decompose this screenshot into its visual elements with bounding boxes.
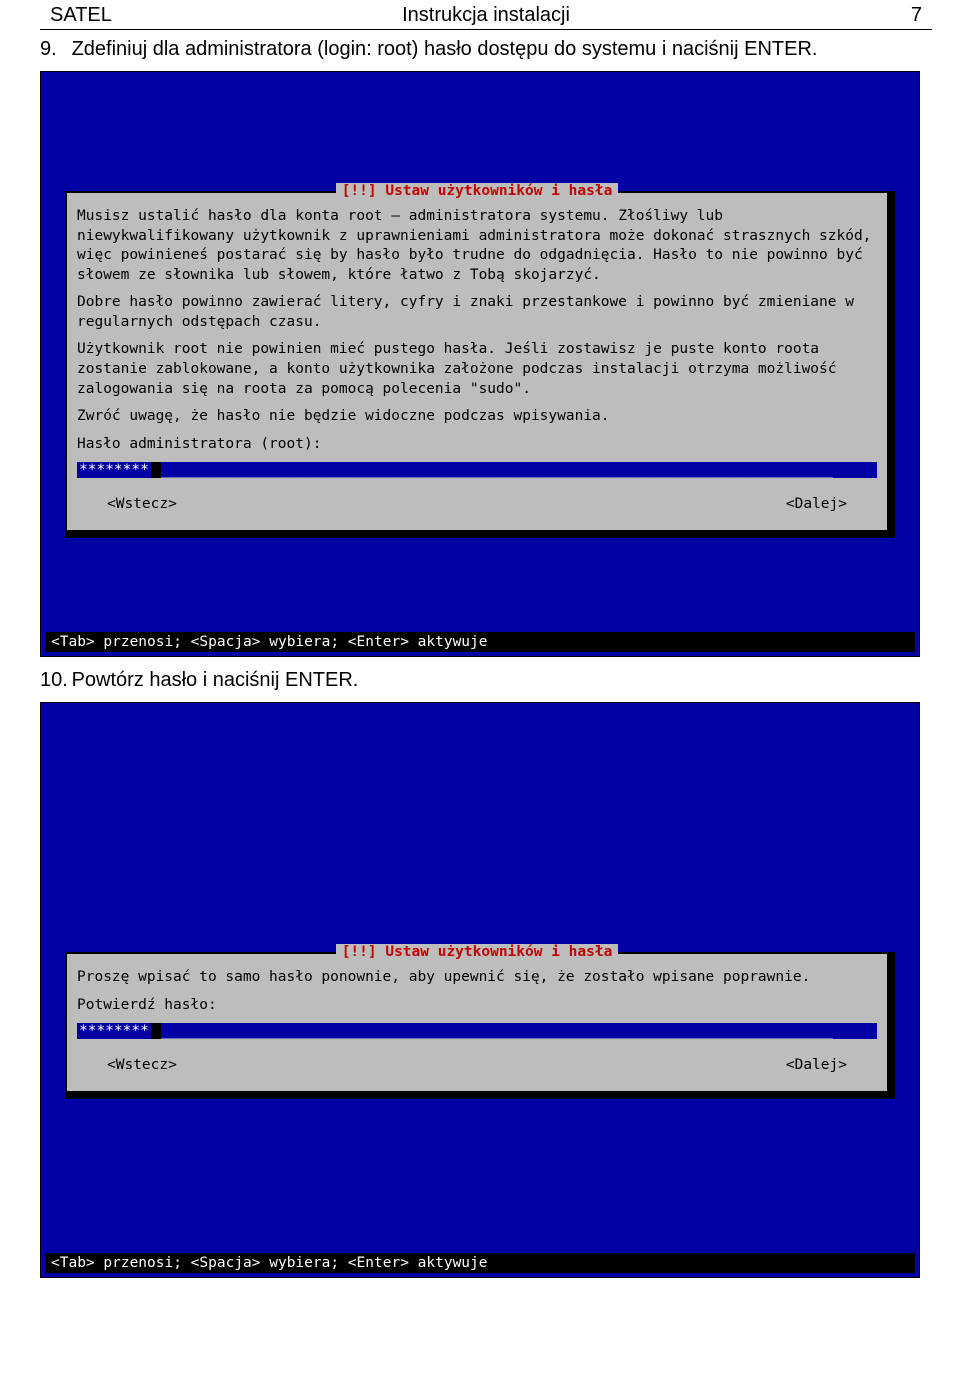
text-cursor	[151, 462, 161, 478]
step-9: 9. Zdefiniuj dla administratora (login: …	[40, 36, 920, 63]
dialog-text-2: Dobre hasło powinno zawierać litery, cyf…	[77, 293, 877, 332]
dialog-text-1: Proszę wpisać to samo hasło ponownie, ab…	[77, 968, 877, 988]
dialog-set-password: [!!] Ustaw użytkowników i hasła Musisz u…	[65, 191, 889, 532]
header-right: 7	[631, 4, 922, 27]
step-10-num: 10.	[40, 667, 66, 694]
text-cursor	[151, 1023, 161, 1039]
dialog-text-1: Musisz ustalić hasło dla konta root – ad…	[77, 207, 877, 285]
step-10-text: Powtórz hasło i naciśnij ENTER.	[72, 669, 359, 691]
password-input[interactable]: ******** _______________________________…	[77, 462, 877, 478]
header-left: SATEL	[50, 4, 341, 27]
header-center: Instrukcja instalacji	[341, 4, 632, 27]
footer-hint: <Tab> przenosi; <Spacja> wybiera; <Enter…	[45, 1253, 915, 1273]
step-9-num: 9.	[40, 36, 66, 63]
next-button[interactable]: <Dalej>	[786, 496, 847, 512]
footer-hint: <Tab> przenosi; <Spacja> wybiera; <Enter…	[45, 632, 915, 652]
confirm-password-input[interactable]: ******** _______________________________…	[77, 1023, 877, 1039]
step-10: 10. Powtórz hasło i naciśnij ENTER.	[40, 667, 920, 694]
step-9-text: Zdefiniuj dla administratora (login: roo…	[72, 38, 818, 60]
next-button[interactable]: <Dalej>	[786, 1057, 847, 1073]
password-label: Hasło administratora (root):	[77, 435, 877, 455]
page-header: SATEL Instrukcja instalacji 7	[40, 0, 932, 30]
password-typed: ********	[77, 462, 151, 478]
dialog-confirm-password: [!!] Ustaw użytkowników i hasła Proszę w…	[65, 952, 889, 1093]
password-rest: ________________________________________…	[161, 1023, 877, 1039]
back-button[interactable]: <Wstecz>	[107, 1057, 177, 1073]
installer-screenshot-1: [!!] Ustaw użytkowników i hasła Musisz u…	[40, 71, 920, 657]
dialog-text-4: Zwróć uwagę, że hasło nie będzie widoczn…	[77, 407, 877, 427]
installer-screenshot-2: [!!] Ustaw użytkowników i hasła Proszę w…	[40, 702, 920, 1278]
password-typed: ********	[77, 1023, 151, 1039]
password-rest: ________________________________________…	[161, 462, 877, 478]
confirm-label: Potwierdź hasło:	[77, 996, 877, 1016]
dialog-text-3: Użytkownik root nie powinien mieć pusteg…	[77, 340, 877, 399]
back-button[interactable]: <Wstecz>	[107, 496, 177, 512]
